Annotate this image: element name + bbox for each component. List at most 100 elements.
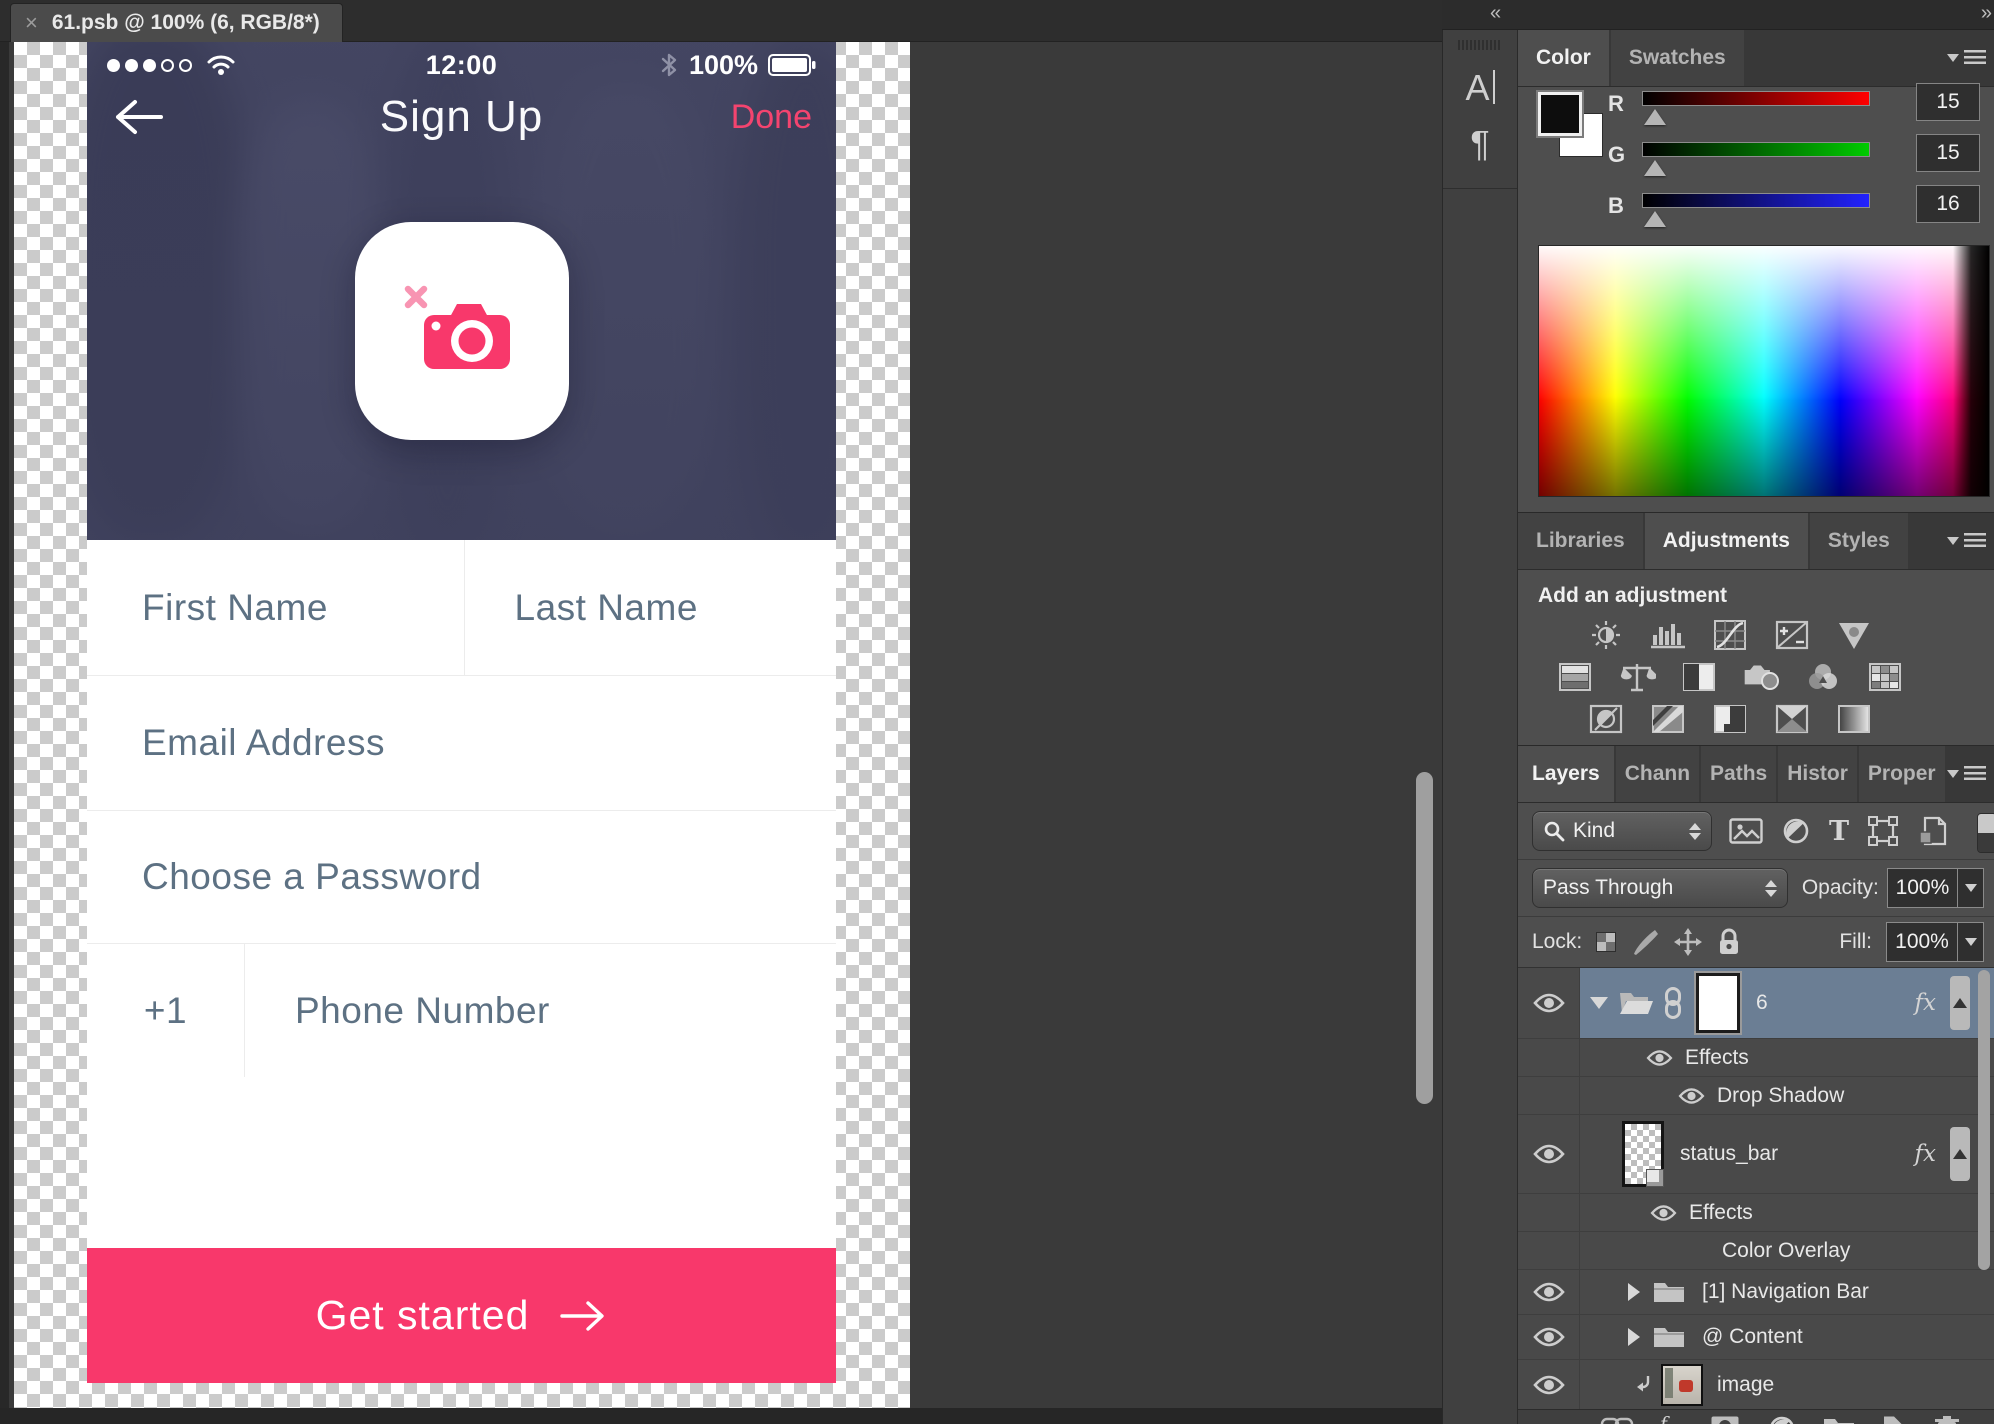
invert-icon[interactable] bbox=[1586, 703, 1626, 735]
canvas-horizontal-scroll-track[interactable] bbox=[0, 1408, 1442, 1424]
opacity-input[interactable]: 100% bbox=[1887, 868, 1984, 908]
layer-name[interactable]: [1] Navigation Bar bbox=[1702, 1280, 1869, 1304]
delete-layer-icon[interactable] bbox=[1934, 1415, 1960, 1424]
photo-filter-icon[interactable] bbox=[1741, 661, 1781, 693]
collapse-panels-icon[interactable]: « bbox=[1490, 2, 1501, 25]
collapse-group-triangle[interactable] bbox=[1590, 997, 1608, 1009]
filter-shape-layers-icon[interactable] bbox=[1868, 816, 1898, 846]
lock-transparency-icon[interactable] bbox=[1596, 932, 1616, 952]
layer-row-image[interactable]: image bbox=[1518, 1360, 1994, 1409]
fill-dropdown-arrow[interactable] bbox=[1957, 923, 1983, 961]
green-slider-thumb[interactable] bbox=[1644, 160, 1666, 176]
posterize-icon[interactable] bbox=[1648, 703, 1688, 735]
visibility-eye-icon[interactable] bbox=[1533, 1326, 1565, 1348]
layer-row-content[interactable]: @ Content bbox=[1518, 1315, 1994, 1360]
tab-properties[interactable]: Proper bbox=[1859, 746, 1945, 802]
curves-icon[interactable] bbox=[1710, 619, 1750, 651]
collapse-effects-chevron[interactable] bbox=[1950, 1127, 1970, 1181]
layers-scrollbar[interactable] bbox=[1978, 970, 1990, 1270]
layer-style-icon[interactable]: f bbox=[1660, 1413, 1667, 1424]
dock-grip[interactable] bbox=[1458, 40, 1502, 50]
selective-color-icon[interactable] bbox=[1772, 703, 1812, 735]
layer-thumbnail[interactable] bbox=[1622, 1121, 1664, 1187]
new-layer-icon[interactable] bbox=[1878, 1415, 1904, 1424]
filter-smart-objects-icon[interactable] bbox=[1917, 816, 1947, 846]
filter-pixel-layers-icon[interactable] bbox=[1729, 818, 1763, 844]
paragraph-panel-button[interactable]: ¶ bbox=[1443, 116, 1517, 172]
tab-color[interactable]: Color bbox=[1518, 30, 1609, 86]
green-value[interactable]: 15 bbox=[1916, 134, 1980, 172]
color-balance-icon[interactable] bbox=[1617, 661, 1657, 693]
kind-filter-dropdown[interactable]: Kind bbox=[1532, 811, 1712, 851]
add-mask-icon[interactable] bbox=[1710, 1415, 1740, 1424]
layer-row-group-6[interactable]: 6 fx bbox=[1518, 968, 1994, 1039]
layer-thumbnail[interactable] bbox=[1661, 1364, 1703, 1406]
document-tab[interactable]: × 61.psb @ 100% (6, RGB/8*) bbox=[10, 3, 343, 42]
threshold-icon[interactable] bbox=[1710, 703, 1750, 735]
layer-row-color-overlay[interactable]: Color Overlay bbox=[1518, 1232, 1994, 1270]
visibility-eye-icon[interactable] bbox=[1646, 1049, 1673, 1067]
visibility-eye-icon[interactable] bbox=[1650, 1204, 1677, 1222]
character-panel-button[interactable]: A bbox=[1443, 60, 1517, 116]
color-lookup-icon[interactable] bbox=[1865, 661, 1905, 693]
new-group-icon[interactable] bbox=[1822, 1415, 1856, 1424]
layer-row-effects[interactable]: Effects bbox=[1518, 1039, 1994, 1077]
layer-name[interactable]: image bbox=[1717, 1373, 1774, 1397]
black-white-icon[interactable] bbox=[1679, 661, 1719, 693]
layer-row-drop-shadow[interactable]: Drop Shadow bbox=[1518, 1077, 1994, 1115]
layer-filtering-toggle[interactable] bbox=[1977, 813, 1994, 853]
link-layers-icon[interactable] bbox=[1600, 1415, 1634, 1424]
tab-layers[interactable]: Layers bbox=[1518, 746, 1614, 802]
green-slider[interactable] bbox=[1642, 142, 1870, 157]
panel-menu-icon[interactable] bbox=[1947, 746, 1986, 802]
canvas-vertical-scrollbar[interactable] bbox=[1416, 772, 1433, 1104]
color-spectrum-picker[interactable] bbox=[1538, 245, 1990, 497]
visibility-eye-icon[interactable] bbox=[1533, 1143, 1565, 1165]
tab-libraries[interactable]: Libraries bbox=[1518, 513, 1643, 569]
red-slider[interactable] bbox=[1642, 91, 1870, 106]
blend-mode-dropdown[interactable]: Pass Through bbox=[1532, 868, 1788, 908]
hue-saturation-icon[interactable] bbox=[1555, 661, 1595, 693]
collapse-effects-chevron[interactable] bbox=[1950, 976, 1970, 1030]
expand-group-triangle[interactable] bbox=[1628, 1328, 1640, 1346]
blue-value[interactable]: 16 bbox=[1916, 185, 1980, 223]
layer-row-status-bar[interactable]: status_bar fx bbox=[1518, 1115, 1994, 1194]
lock-position-icon[interactable] bbox=[1674, 928, 1702, 956]
levels-icon[interactable] bbox=[1648, 619, 1688, 651]
tab-adjustments[interactable]: Adjustments bbox=[1645, 513, 1808, 569]
foreground-color-chip[interactable] bbox=[1538, 92, 1582, 136]
tab-styles[interactable]: Styles bbox=[1810, 513, 1908, 569]
visibility-eye-icon[interactable] bbox=[1533, 1281, 1565, 1303]
exposure-icon[interactable] bbox=[1772, 619, 1812, 651]
panel-menu-icon[interactable] bbox=[1947, 30, 1986, 86]
new-adjustment-layer-icon[interactable] bbox=[1768, 1415, 1796, 1424]
layer-name[interactable]: @ Content bbox=[1702, 1325, 1803, 1349]
opacity-dropdown-arrow[interactable] bbox=[1957, 869, 1983, 907]
visibility-eye-icon[interactable] bbox=[1678, 1087, 1705, 1105]
lock-pixels-brush-icon[interactable] bbox=[1630, 928, 1660, 956]
blue-slider-thumb[interactable] bbox=[1644, 211, 1666, 227]
expand-panels-icon[interactable]: » bbox=[1981, 2, 1992, 25]
filter-adjustment-layers-icon[interactable] bbox=[1782, 817, 1810, 845]
tab-swatches[interactable]: Swatches bbox=[1611, 30, 1744, 86]
tab-history[interactable]: Histor bbox=[1778, 746, 1857, 802]
layer-name[interactable]: 6 bbox=[1756, 991, 1768, 1015]
gradient-map-icon[interactable] bbox=[1834, 703, 1874, 735]
fx-badge[interactable]: fx bbox=[1915, 1141, 1936, 1167]
blue-slider[interactable] bbox=[1642, 193, 1870, 208]
vibrance-icon[interactable] bbox=[1834, 619, 1874, 651]
expand-group-triangle[interactable] bbox=[1628, 1283, 1640, 1301]
layer-name[interactable]: status_bar bbox=[1680, 1142, 1778, 1166]
tab-close-icon[interactable]: × bbox=[25, 12, 38, 34]
panel-menu-icon[interactable] bbox=[1947, 513, 1986, 569]
layer-row-effects[interactable]: Effects bbox=[1518, 1194, 1994, 1232]
visibility-eye-icon[interactable] bbox=[1533, 1374, 1565, 1396]
tab-channels[interactable]: Chann bbox=[1616, 746, 1699, 802]
red-value[interactable]: 15 bbox=[1916, 83, 1980, 121]
tab-paths[interactable]: Paths bbox=[1701, 746, 1776, 802]
fx-badge[interactable]: fx bbox=[1915, 990, 1936, 1016]
channel-mixer-icon[interactable] bbox=[1803, 661, 1843, 693]
layer-thumbnail[interactable] bbox=[1696, 973, 1740, 1033]
layer-row-navigation-bar[interactable]: [1] Navigation Bar bbox=[1518, 1270, 1994, 1315]
lock-all-icon[interactable] bbox=[1716, 927, 1742, 957]
